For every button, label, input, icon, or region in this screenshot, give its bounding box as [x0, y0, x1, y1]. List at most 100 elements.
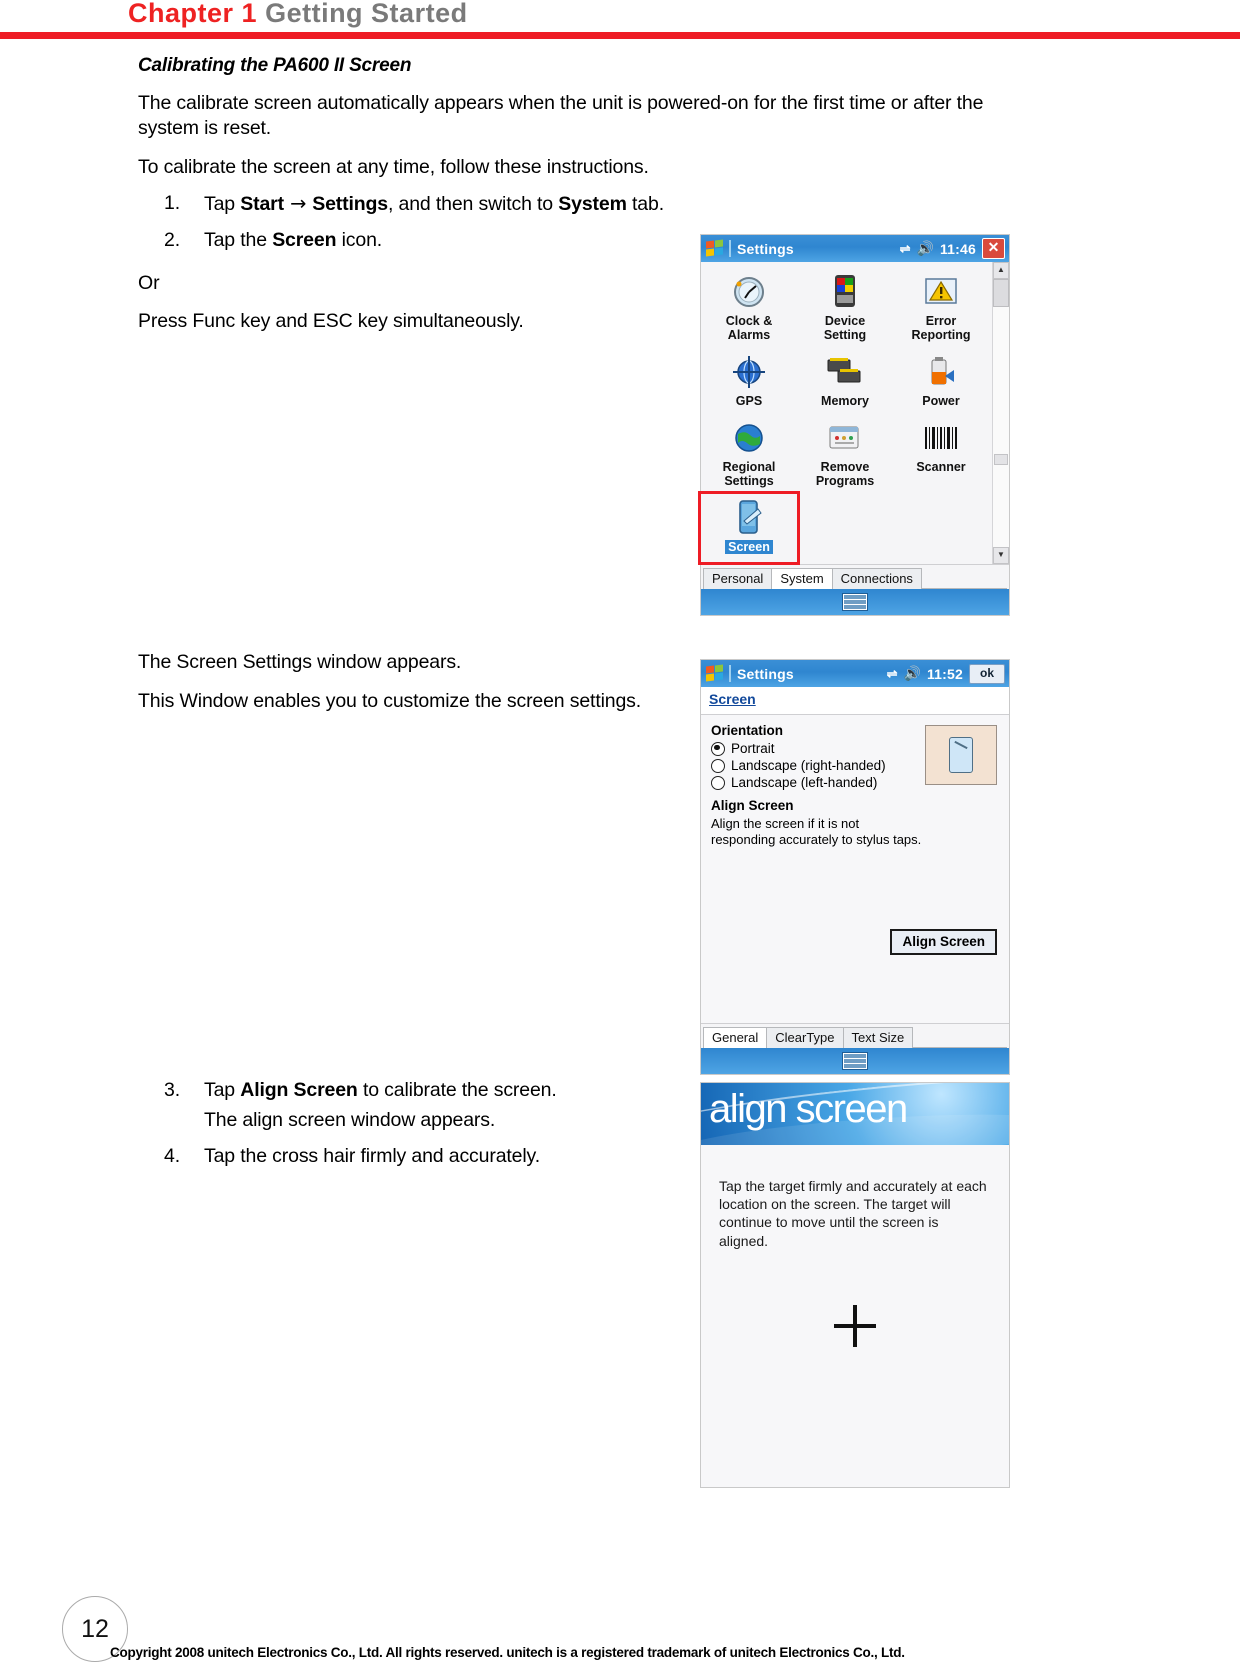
memory-icon: [797, 352, 893, 392]
screen-titlebar: Settings ⇌ 🔊 11:52 ok: [701, 660, 1009, 687]
titlebar-status-area: ⇌ 🔊 11:46 ✕: [900, 235, 1005, 262]
settings-item-remove-programs[interactable]: Remove Programs: [797, 414, 893, 494]
tab-general[interactable]: General: [703, 1027, 768, 1048]
settings-icon-grid-area: Clock & Alarms Device Setting Error Repo…: [698, 262, 1009, 565]
remove-programs-icon: [797, 418, 893, 458]
sip-bar: [701, 1048, 1009, 1074]
chapter-title: Getting Started: [265, 0, 468, 28]
settings-item-regional-settings[interactable]: Regional Settings: [701, 414, 797, 494]
step-2-bold-screen: Screen: [272, 228, 337, 251]
settings-item-power[interactable]: Power: [893, 348, 989, 414]
section-heading: Calibrating the PA600 II Screen: [138, 55, 412, 76]
align-screen-banner: align screen: [701, 1083, 1009, 1145]
scroll-up-arrow-icon[interactable]: ▲: [993, 262, 1009, 279]
settings-grid-empty: [797, 494, 893, 562]
screen-icon: [701, 498, 797, 538]
tab-cleartype[interactable]: ClearType: [766, 1027, 844, 1048]
screen-tab-row: General ClearType Text Size: [701, 1023, 1009, 1048]
step-1-post: tab.: [626, 192, 664, 215]
radio-dot-icon: [711, 741, 725, 756]
volume-icon[interactable]: 🔊: [904, 665, 921, 682]
step-1-number: 1.: [164, 191, 180, 214]
copyright-notice: Copyright 2008 unitech Electronics Co., …: [110, 1645, 905, 1660]
orientation-preview: [925, 725, 997, 785]
chapter-label: Chapter 1: [128, 0, 258, 28]
radio-landscape-right-label: Landscape (right-handed): [731, 758, 886, 773]
paragraph-intro: The calibrate screen automatically appea…: [138, 92, 984, 139]
settings-icon-row: Regional Settings Remove Programs Scanne…: [701, 414, 992, 494]
step-1-pre: Tap: [204, 192, 241, 215]
settings-item-label: Remove Programs: [815, 460, 875, 488]
settings-titlebar: Settings ⇌ 🔊 11:46 ✕: [701, 235, 1009, 262]
gps-icon: [701, 352, 797, 392]
device-preview-icon: [949, 737, 973, 773]
step-3-number: 3.: [164, 1079, 180, 1101]
settings-item-label: Memory: [821, 394, 869, 408]
align-screen-instructions: Tap the target firmly and accurately at …: [719, 1178, 987, 1249]
scrollbar-thumb[interactable]: [993, 279, 1009, 307]
scrollbar-marker: [994, 454, 1008, 465]
settings-window-screenshot: Settings ⇌ 🔊 11:46 ✕ Clock & Alarms Devi…: [698, 234, 1010, 616]
step-2-post: icon.: [336, 228, 383, 251]
step-3-bold-align: Align Screen: [240, 1079, 358, 1101]
align-screen-screenshot: align screen Tap the target firmly and a…: [700, 1082, 1010, 1488]
clock-label[interactable]: 11:46: [940, 241, 976, 257]
scanner-icon: [893, 418, 989, 458]
align-screen-button[interactable]: Align Screen: [890, 929, 997, 955]
align-screen-label: Align Screen: [711, 798, 794, 813]
settings-scrollbar[interactable]: ▲ ▼: [992, 262, 1009, 564]
align-screen-body[interactable]: Tap the target firmly and accurately at …: [701, 1145, 1009, 1487]
tab-connections[interactable]: Connections: [831, 568, 922, 589]
settings-item-label: Scanner: [916, 460, 966, 474]
step-1-bold-settings: Settings: [312, 192, 388, 215]
titlebar-divider: [729, 665, 731, 682]
tab-system[interactable]: System: [771, 568, 833, 589]
step-2-number: 2.: [164, 228, 180, 251]
step-2-pre: Tap the: [204, 228, 273, 251]
close-icon[interactable]: ✕: [982, 238, 1005, 259]
page-header: Chapter 1 Getting Started: [0, 0, 1240, 42]
clock-label[interactable]: 11:52: [927, 666, 963, 682]
windows-logo-icon: [706, 239, 726, 257]
ok-button[interactable]: ok: [969, 663, 1005, 684]
tab-text-size[interactable]: Text Size: [842, 1027, 914, 1048]
radio-portrait-label: Portrait: [731, 741, 775, 756]
page-title: Chapter 1 Getting Started: [128, 0, 468, 29]
tab-row-filler: [912, 1047, 1007, 1048]
settings-item-scanner[interactable]: Scanner: [893, 414, 989, 494]
settings-item-error-reporting[interactable]: Error Reporting: [893, 268, 989, 348]
tab-row-filler: [920, 588, 1007, 589]
settings-item-screen[interactable]: Screen: [698, 491, 800, 565]
settings-item-memory[interactable]: Memory: [797, 348, 893, 414]
titlebar-divider: [729, 240, 731, 257]
step-4: 4. Tap the cross hair firmly and accurate…: [138, 1145, 678, 1168]
keyboard-icon[interactable]: [842, 593, 868, 611]
steps-list-2: 3. Tap Align Screen to calibrate the scre…: [138, 1079, 678, 1168]
sip-bar: [701, 589, 1009, 615]
step-4-number: 4.: [164, 1145, 180, 1167]
settings-item-device-setting[interactable]: Device Setting: [797, 268, 893, 348]
radio-dot-icon: [711, 758, 725, 773]
align-steps-block: 3. Tap Align Screen to calibrate the scre…: [138, 1073, 678, 1181]
step-3-note-text: The align screen window appears.: [204, 1109, 496, 1131]
step-3: 3. Tap Align Screen to calibrate the scre…: [138, 1079, 678, 1102]
screen-settings-body: Orientation Portrait Landscape (right-ha…: [701, 715, 1009, 1023]
connectivity-icon[interactable]: ⇌: [900, 241, 911, 257]
connectivity-icon[interactable]: ⇌: [887, 666, 898, 682]
settings-item-clock-alarms[interactable]: Clock & Alarms: [701, 268, 797, 348]
volume-icon[interactable]: 🔊: [917, 240, 934, 257]
settings-item-label: Regional Settings: [722, 460, 776, 488]
settings-item-gps[interactable]: GPS: [701, 348, 797, 414]
windows-logo-icon: [706, 664, 726, 682]
keyboard-icon[interactable]: [842, 1052, 868, 1070]
settings-icon-row: Screen: [698, 491, 992, 565]
settings-item-label: Screen: [725, 540, 773, 554]
crosshair-target-icon[interactable]: [834, 1305, 876, 1347]
scrollbar-track[interactable]: [993, 279, 1009, 547]
scroll-down-arrow-icon[interactable]: ▼: [993, 547, 1009, 564]
arrow-icon: →: [283, 191, 313, 215]
step-3-post: to calibrate the screen.: [357, 1079, 557, 1101]
settings-item-label: Device Setting: [823, 314, 867, 342]
tab-personal[interactable]: Personal: [703, 568, 773, 589]
regional-settings-icon: [701, 418, 797, 458]
